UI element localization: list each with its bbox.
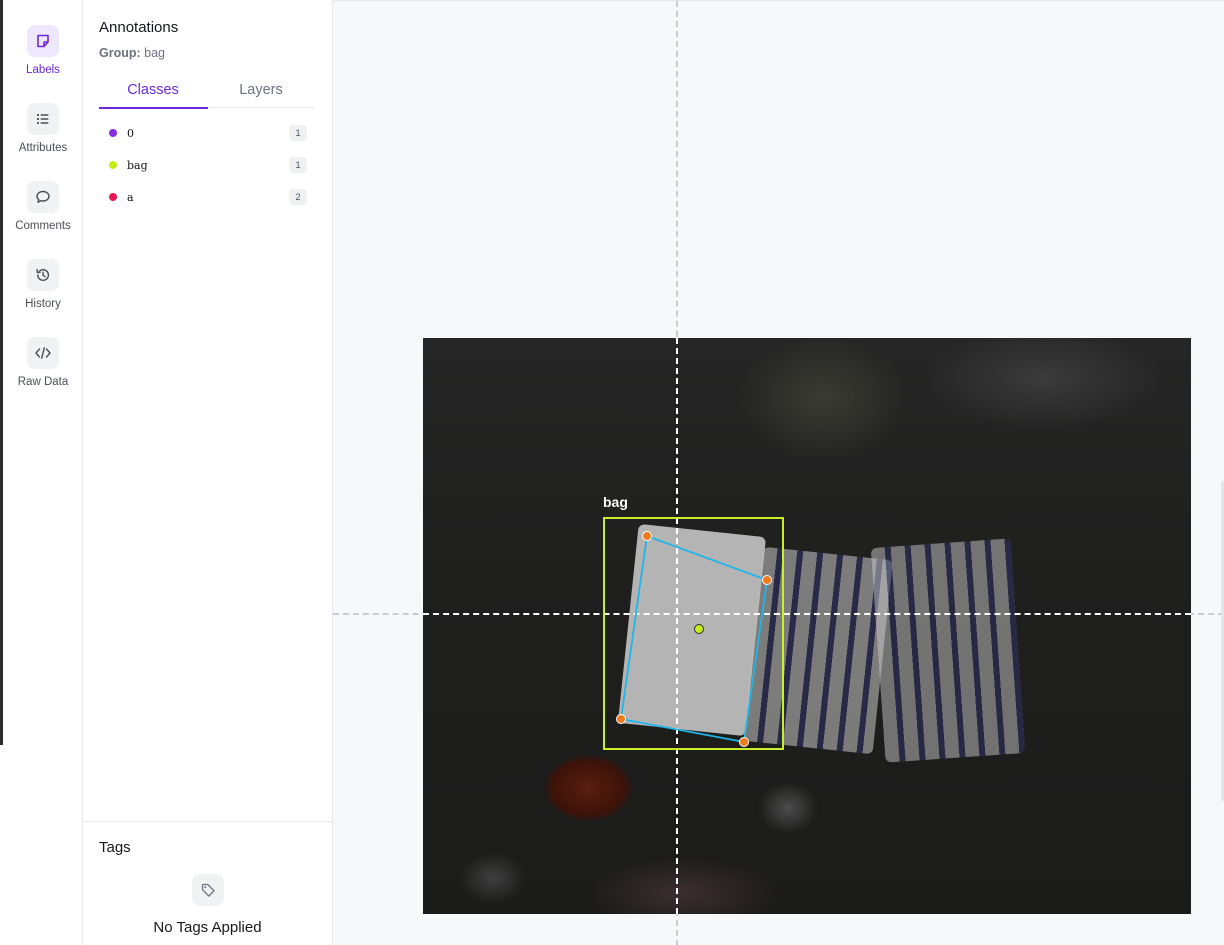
history-clock-icon	[27, 259, 59, 291]
class-name: bag	[127, 158, 148, 172]
panel-title: Annotations	[99, 19, 179, 36]
class-count-badge: 1	[289, 125, 307, 141]
tags-divider	[83, 821, 332, 822]
rail-label: Labels	[26, 64, 60, 76]
background-sack	[870, 538, 1026, 763]
rail-label: Raw Data	[17, 376, 69, 388]
code-brackets-icon	[27, 337, 59, 369]
group-label: Group:	[99, 46, 141, 60]
group-indicator: Group: bag	[99, 46, 165, 60]
class-list: 0 1 bag 1 a 2	[99, 117, 315, 213]
class-name: a	[127, 190, 134, 204]
rail-label: Attributes	[18, 142, 68, 154]
class-color-dot	[109, 161, 117, 169]
tag-icon	[192, 874, 224, 906]
tab-classes[interactable]: Classes	[99, 72, 208, 109]
canvas-image[interactable]	[423, 338, 1191, 914]
crosshair-horizontal-line	[423, 613, 1191, 615]
class-color-dot	[109, 193, 117, 201]
class-name: 0	[127, 126, 134, 140]
bounding-box[interactable]	[603, 517, 784, 750]
class-color-dot	[109, 129, 117, 137]
tags-title: Tags	[99, 839, 131, 856]
no-tags-message: No Tags Applied	[153, 919, 262, 936]
annotation-canvas[interactable]: bag	[333, 0, 1224, 945]
rail-item-history[interactable]: History	[3, 259, 83, 329]
panel-tabs: Classes Layers	[99, 72, 315, 109]
group-value: bag	[144, 46, 166, 60]
bounding-box-label: bag	[603, 494, 628, 510]
list-icon	[27, 103, 59, 135]
rail-item-labels[interactable]: Labels	[3, 25, 83, 95]
rail-label: History	[25, 298, 61, 310]
annotations-panel: Annotations Group: bag Classes Layers 0 …	[83, 0, 333, 945]
class-count-badge: 2	[289, 189, 307, 205]
class-count-badge: 1	[289, 157, 307, 173]
rail-item-attributes[interactable]: Attributes	[3, 103, 83, 173]
rail-label: Comments	[15, 220, 71, 232]
class-row-a[interactable]: a 2	[99, 181, 315, 213]
tab-layers[interactable]: Layers	[207, 72, 315, 108]
class-row-0[interactable]: 0 1	[99, 117, 315, 149]
rail-item-comments[interactable]: Comments	[3, 181, 83, 251]
icon-rail: Labels Attributes Comments History Raw D…	[0, 0, 83, 945]
sticky-note-icon	[27, 25, 59, 57]
rail-item-raw-data[interactable]: Raw Data	[3, 337, 83, 407]
class-row-bag[interactable]: bag 1	[99, 149, 315, 181]
speech-bubble-icon	[27, 181, 59, 213]
